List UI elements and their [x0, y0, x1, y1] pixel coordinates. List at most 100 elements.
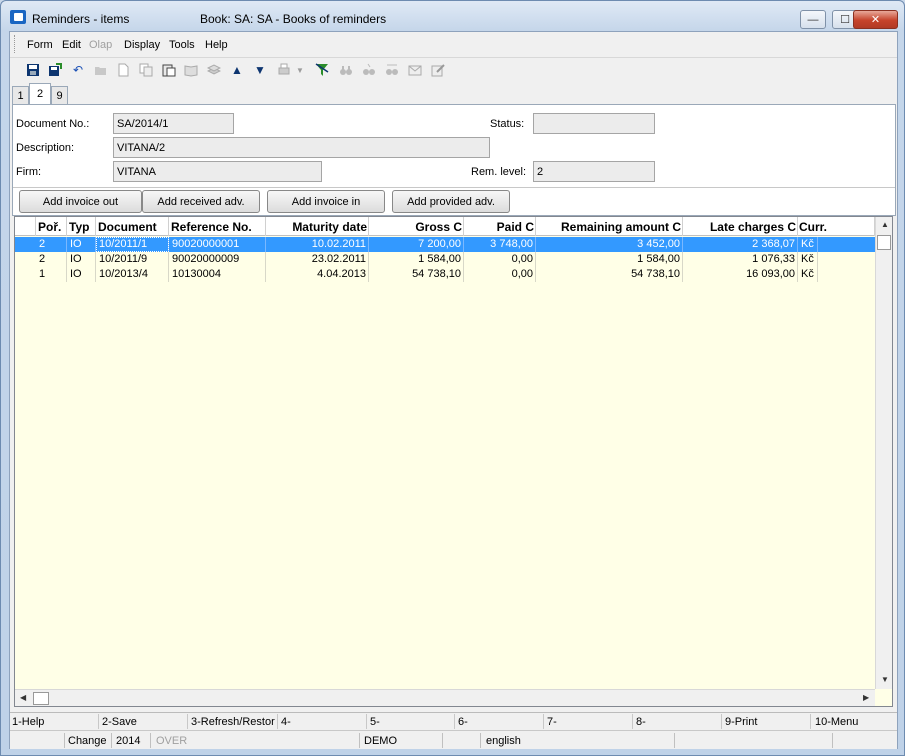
cell-remaining-amount[interactable]: 1 584,00	[536, 252, 683, 267]
cell-reference-no[interactable]: 90020000009	[169, 252, 266, 267]
col-paid[interactable]: Paid C	[464, 217, 536, 236]
cell-por[interactable]: 2	[36, 252, 67, 267]
undo-icon[interactable]: ↶	[69, 61, 87, 79]
col-typ[interactable]: Typ	[67, 217, 96, 236]
cell-paid[interactable]: 0,00	[464, 252, 536, 267]
cell-remaining-amount[interactable]: 54 738,10	[536, 267, 683, 282]
cell-late-charges[interactable]: 1 076,33	[683, 252, 798, 267]
fkey-6[interactable]: 6-	[458, 716, 468, 728]
open-folder-icon	[92, 61, 110, 79]
menu-display[interactable]: Display	[124, 39, 160, 51]
cell-typ[interactable]: IO	[67, 267, 96, 282]
scroll-up-icon[interactable]: ▲	[881, 220, 889, 229]
cell-curr[interactable]: Kč	[798, 237, 818, 252]
cell-document[interactable]: 10/2013/4	[96, 267, 169, 282]
fkey-sep	[632, 714, 633, 729]
move-down-icon[interactable]: ▼	[251, 61, 269, 79]
cell-late-charges[interactable]: 2 368,07	[683, 237, 798, 252]
document-no-field[interactable]: SA/2014/1	[113, 113, 234, 134]
status-sep	[111, 733, 112, 748]
rem-level-field[interactable]: 2	[533, 161, 655, 182]
fkey-9[interactable]: 9-Print	[725, 716, 757, 728]
fkey-2[interactable]: 2-Save	[102, 716, 137, 728]
add-invoice-out-button[interactable]: Add invoice out	[19, 190, 142, 213]
find-replace-icon	[383, 61, 401, 79]
add-received-adv-button[interactable]: Add received adv.	[142, 190, 260, 213]
add-provided-adv-button[interactable]: Add provided adv.	[392, 190, 510, 213]
table-row[interactable]: 2 IO 10/2011/9 90020000009 23.02.2011 1 584,0…	[15, 252, 875, 267]
cell-document[interactable]: 10/2011/9	[96, 252, 169, 267]
menu-tools[interactable]: Tools	[169, 39, 195, 51]
tab-9[interactable]: 9	[51, 86, 68, 104]
cell-gross[interactable]: 54 738,10	[369, 267, 464, 282]
cell-maturity-date[interactable]: 23.02.2011	[266, 252, 369, 267]
col-por[interactable]: Poř.	[36, 217, 67, 236]
col-document[interactable]: Document	[96, 217, 169, 236]
col-late-charges[interactable]: Late charges C	[683, 217, 798, 236]
save-icon[interactable]	[24, 61, 42, 79]
col-reference-no[interactable]: Reference No.	[169, 217, 266, 236]
items-grid: Poř. Typ Document Reference No. Maturity…	[14, 216, 893, 707]
fkey-5[interactable]: 5-	[370, 716, 380, 728]
cell-reference-no[interactable]: 90020000001	[169, 237, 266, 252]
status-db: DEMO	[364, 735, 397, 747]
cell-paid[interactable]: 0,00	[464, 267, 536, 282]
cell-curr[interactable]: Kč	[798, 267, 818, 282]
cell-curr[interactable]: Kč	[798, 252, 818, 267]
vertical-scrollbar[interactable]: ▲ ▼	[875, 217, 892, 689]
fkey-10[interactable]: 10-Menu	[815, 716, 858, 728]
scroll-left-icon[interactable]: ◀	[20, 693, 26, 702]
minimize-button[interactable]: —	[800, 10, 826, 29]
col-gross[interactable]: Gross C	[369, 217, 464, 236]
description-field[interactable]: VITANA/2	[113, 137, 490, 158]
cell-maturity-date[interactable]: 10.02.2011	[266, 237, 369, 252]
add-invoice-in-button[interactable]: Add invoice in	[267, 190, 385, 213]
cell-por[interactable]: 2	[36, 237, 67, 252]
tab-2[interactable]: 2	[29, 83, 51, 104]
scroll-right-icon[interactable]: ▶	[863, 693, 869, 702]
cell-remaining-amount[interactable]: 3 452,00	[536, 237, 683, 252]
book-icon	[182, 61, 200, 79]
firm-field[interactable]: VITANA	[113, 161, 322, 182]
cell-document[interactable]: 10/2011/1	[96, 237, 169, 252]
close-button[interactable]: ✕	[853, 10, 898, 29]
cell-maturity-date[interactable]: 4.04.2013	[266, 267, 369, 282]
tab-1[interactable]: 1	[12, 86, 29, 104]
move-up-icon[interactable]: ▲	[228, 61, 246, 79]
cell-typ[interactable]: IO	[67, 237, 96, 252]
row-indicator[interactable]	[15, 237, 35, 252]
horizontal-scrollbar[interactable]: ◀ ▶	[15, 689, 875, 706]
cell-gross[interactable]: 1 584,00	[369, 252, 464, 267]
menu-edit[interactable]: Edit	[62, 39, 81, 51]
save-close-icon[interactable]	[46, 61, 64, 79]
fkey-3[interactable]: 3-Refresh/Restor	[191, 716, 277, 728]
table-row[interactable]: 1 IO 10/2013/4 10130004 4.04.2013 54 738,10 0,…	[15, 267, 875, 282]
cell-gross[interactable]: 7 200,00	[369, 237, 464, 252]
cell-reference-no[interactable]: 10130004	[169, 267, 266, 282]
fkey-1[interactable]: 1-Help	[12, 716, 44, 728]
vertical-scroll-thumb[interactable]	[877, 235, 891, 250]
paste-icon[interactable]	[160, 61, 178, 79]
menu-form[interactable]: Form	[27, 39, 53, 51]
status-label: Status:	[490, 118, 525, 130]
fkey-7[interactable]: 7-	[547, 716, 557, 728]
horizontal-scroll-thumb[interactable]	[33, 692, 49, 705]
filter-icon[interactable]	[313, 61, 331, 79]
fkey-sep	[810, 714, 811, 729]
fkey-4[interactable]: 4-	[281, 716, 291, 728]
row-indicator[interactable]	[15, 252, 35, 267]
cell-por[interactable]: 1	[36, 267, 67, 282]
menu-help[interactable]: Help	[205, 39, 228, 51]
status-field[interactable]	[533, 113, 655, 134]
cell-typ[interactable]: IO	[67, 252, 96, 267]
row-indicator[interactable]	[15, 267, 35, 282]
col-curr[interactable]: Curr.	[798, 217, 875, 236]
cell-paid[interactable]: 3 748,00	[464, 237, 536, 252]
scroll-down-icon[interactable]: ▼	[881, 675, 889, 684]
cell-late-charges[interactable]: 16 093,00	[683, 267, 798, 282]
col-remaining-amount[interactable]: Remaining amount C	[536, 217, 683, 236]
table-row[interactable]: 2 IO 10/2011/1 90020000001 10.02.2011 7 200,0…	[15, 237, 875, 252]
status-sep	[150, 733, 151, 748]
col-maturity-date[interactable]: Maturity date	[266, 217, 369, 236]
fkey-8[interactable]: 8-	[636, 716, 646, 728]
